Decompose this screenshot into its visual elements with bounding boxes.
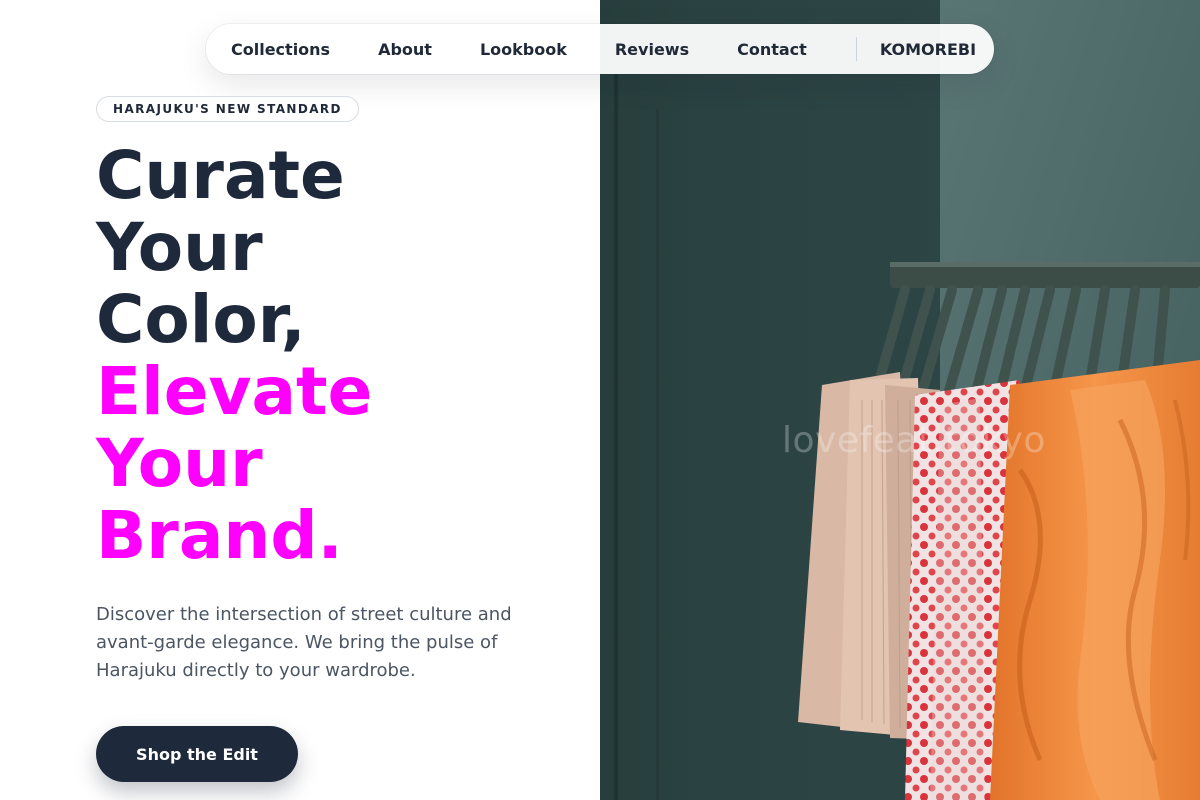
headline-line: Your [96,209,263,286]
clothing-rack-photo [600,0,1200,800]
hero-headline: Curate Your Color, Elevate Your Brand. [96,140,576,572]
hero-description: Discover the intersection of street cult… [96,604,512,681]
image-watermark: lovefeat.tokyo [782,420,1046,461]
headline-accent-line: Your [96,425,263,502]
brand-logo[interactable]: KOMOREBI [880,40,976,59]
nav-link-reviews[interactable]: Reviews [615,40,689,59]
nav-link-contact[interactable]: Contact [737,40,807,59]
nav-link-about[interactable]: About [378,40,432,59]
top-navigation: Collections About Lookbook Reviews Conta… [206,24,994,74]
hero-image: lovefeat.tokyo [600,0,1200,800]
headline-line: Color, [96,281,306,358]
shop-the-edit-button[interactable]: Shop the Edit [96,726,298,782]
nav-link-lookbook[interactable]: Lookbook [480,40,567,59]
headline-accent-line: Brand. [96,497,343,574]
headline-line: Curate [96,137,345,214]
headline-accent-line: Elevate [96,353,373,430]
nav-divider [855,37,857,61]
nav-link-collections[interactable]: Collections [231,40,330,59]
tagline-badge: HARAJUKU'S NEW STANDARD [96,96,359,122]
